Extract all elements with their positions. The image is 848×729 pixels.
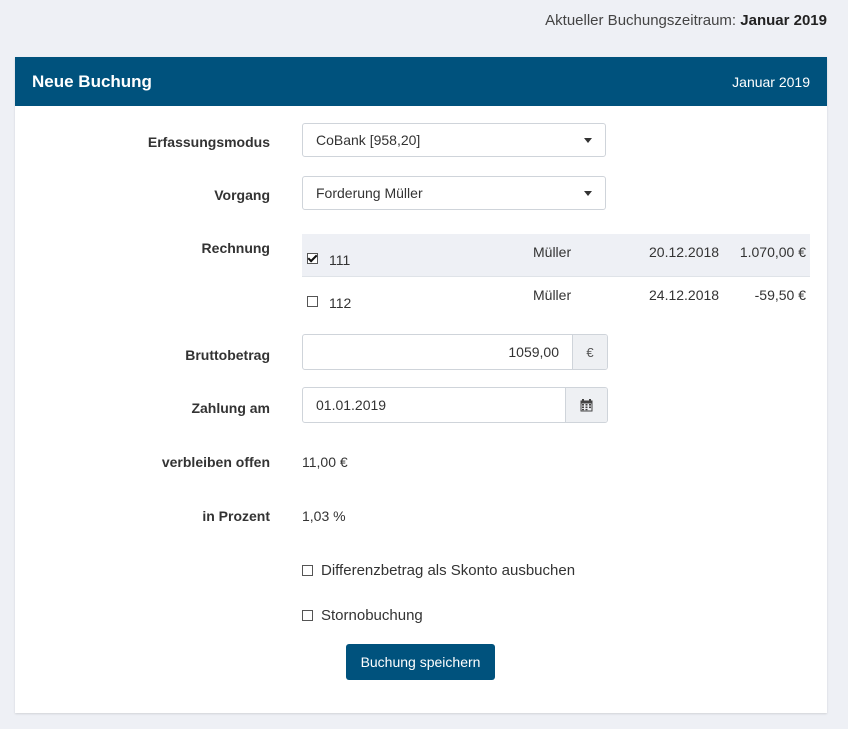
prozent-label: in Prozent <box>202 508 270 524</box>
bruttobetrag-label: Bruttobetrag <box>185 347 270 363</box>
invoice-name: Müller <box>533 244 572 260</box>
storno-checkbox[interactable] <box>302 610 313 621</box>
storno-label: Stornobuchung <box>321 607 423 624</box>
invoice-row[interactable]: 111 Müller 20.12.2018 1.070,00 € <box>302 234 810 276</box>
chevron-down-icon <box>584 137 592 143</box>
bruttobetrag-input-group: 1059,00 € <box>302 334 608 370</box>
vorgang-select[interactable]: Forderung Müller <box>302 176 606 210</box>
prozent-value: 1,03 % <box>302 508 346 524</box>
invoice-row[interactable]: 112 Müller 24.12.2018 -59,50 € <box>302 277 810 319</box>
zahlung-label: Zahlung am <box>191 400 270 416</box>
invoice-date: 20.12.2018 <box>649 244 720 260</box>
invoice-name: Müller <box>533 287 572 303</box>
booking-period-value: Januar 2019 <box>740 12 827 29</box>
rechnung-label: Rechnung <box>201 240 270 256</box>
erfassungsmodus-label: Erfassungsmodus <box>147 134 270 150</box>
save-booking-button[interactable]: Buchung speichern <box>346 644 495 680</box>
skonto-option[interactable]: Differenzbetrag als Skonto ausbuchen <box>302 562 575 579</box>
storno-option[interactable]: Stornobuchung <box>302 607 423 624</box>
offen-value: 11,00 € <box>302 454 348 470</box>
vorgang-label: Vorgang <box>214 187 270 203</box>
zahlung-input-group: 01.01.2019 <box>302 387 608 423</box>
chevron-down-icon <box>584 190 592 196</box>
erfassungsmodus-value: CoBank [958,20] <box>316 132 421 148</box>
vorgang-value: Forderung Müller <box>316 185 423 201</box>
card-header: Neue Buchung Januar 2019 <box>15 57 827 106</box>
invoice-amount: 1.070,00 € <box>739 244 806 260</box>
booking-period-label: Aktueller Buchungszeitraum: <box>545 12 737 29</box>
invoice-table: 111 Müller 20.12.2018 1.070,00 € 112 Mül… <box>302 234 810 319</box>
new-booking-card: Neue Buchung Januar 2019 Erfassungsmodus… <box>15 57 827 713</box>
invoice-number: 112 <box>329 295 352 311</box>
card-month: Januar 2019 <box>732 73 810 90</box>
offen-label: verbleiben offen <box>161 454 270 470</box>
skonto-checkbox[interactable] <box>302 565 313 576</box>
invoice-checkbox-111[interactable] <box>307 253 318 264</box>
erfassungsmodus-select[interactable]: CoBank [958,20] <box>302 123 606 157</box>
invoice-checkbox-112[interactable] <box>307 296 318 307</box>
invoice-amount: -59,50 € <box>754 287 806 303</box>
calendar-button[interactable] <box>565 388 607 422</box>
zahlung-date-input[interactable]: 01.01.2019 <box>303 388 565 422</box>
bruttobetrag-input[interactable]: 1059,00 <box>303 335 572 369</box>
invoice-date: 24.12.2018 <box>649 287 720 303</box>
skonto-label: Differenzbetrag als Skonto ausbuchen <box>321 562 576 579</box>
card-title: Neue Buchung <box>32 71 152 91</box>
invoice-number: 111 <box>329 252 351 268</box>
euro-addon: € <box>572 335 607 369</box>
booking-period: Aktueller Buchungszeitraum: Januar 2019 <box>545 12 827 29</box>
calendar-icon <box>580 398 593 411</box>
